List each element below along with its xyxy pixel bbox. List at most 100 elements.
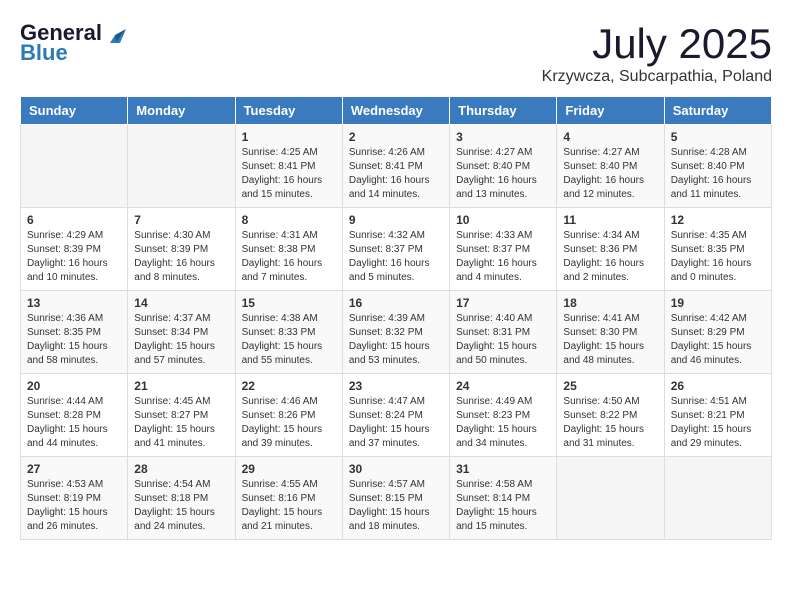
day-content: Sunrise: 4:58 AM Sunset: 8:14 PM Dayligh… bbox=[456, 478, 550, 534]
header-thursday: Thursday bbox=[450, 97, 557, 125]
calendar-cell: 15 Sunrise: 4:38 AM Sunset: 8:33 PM Dayli… bbox=[235, 291, 342, 374]
calendar-week-5: 27 Sunrise: 4:53 AM Sunset: 8:19 PM Dayli… bbox=[21, 457, 772, 540]
calendar-cell: 1 Sunrise: 4:25 AM Sunset: 8:41 PM Daylig… bbox=[235, 125, 342, 208]
day-number: 25 bbox=[563, 379, 657, 393]
calendar-cell: 27 Sunrise: 4:53 AM Sunset: 8:19 PM Dayli… bbox=[21, 457, 128, 540]
month-title: July 2025 bbox=[542, 20, 772, 68]
day-number: 24 bbox=[456, 379, 550, 393]
day-content: Sunrise: 4:47 AM Sunset: 8:24 PM Dayligh… bbox=[349, 395, 443, 451]
day-content: Sunrise: 4:27 AM Sunset: 8:40 PM Dayligh… bbox=[456, 146, 550, 202]
calendar-cell: 20 Sunrise: 4:44 AM Sunset: 8:28 PM Dayli… bbox=[21, 374, 128, 457]
day-number: 23 bbox=[349, 379, 443, 393]
calendar-week-2: 6Sunrise: 4:29 AM Sunset: 8:39 PM Daylig… bbox=[21, 208, 772, 291]
day-content: Sunrise: 4:32 AM Sunset: 8:37 PM Dayligh… bbox=[349, 229, 443, 285]
day-number: 31 bbox=[456, 462, 550, 476]
day-number: 14 bbox=[134, 296, 228, 310]
header-monday: Monday bbox=[128, 97, 235, 125]
calendar: SundayMondayTuesdayWednesdayThursdayFrid… bbox=[20, 96, 772, 540]
day-content: Sunrise: 4:51 AM Sunset: 8:21 PM Dayligh… bbox=[671, 395, 765, 451]
day-content: Sunrise: 4:34 AM Sunset: 8:36 PM Dayligh… bbox=[563, 229, 657, 285]
calendar-cell: 25 Sunrise: 4:50 AM Sunset: 8:22 PM Dayli… bbox=[557, 374, 664, 457]
day-content: Sunrise: 4:36 AM Sunset: 8:35 PM Dayligh… bbox=[27, 312, 121, 368]
day-number: 11 bbox=[563, 213, 657, 227]
calendar-cell: 2 Sunrise: 4:26 AM Sunset: 8:41 PM Daylig… bbox=[342, 125, 449, 208]
day-number: 3 bbox=[456, 130, 550, 144]
calendar-cell: 18Sunrise: 4:41 AM Sunset: 8:30 PM Dayli… bbox=[557, 291, 664, 374]
day-number: 20 bbox=[27, 379, 121, 393]
day-content: Sunrise: 4:37 AM Sunset: 8:34 PM Dayligh… bbox=[134, 312, 228, 368]
calendar-cell: 30 Sunrise: 4:57 AM Sunset: 8:15 PM Dayli… bbox=[342, 457, 449, 540]
day-number: 5 bbox=[671, 130, 765, 144]
day-number: 2 bbox=[349, 130, 443, 144]
day-number: 17 bbox=[456, 296, 550, 310]
day-content: Sunrise: 4:40 AM Sunset: 8:31 PM Dayligh… bbox=[456, 312, 550, 368]
calendar-cell bbox=[557, 457, 664, 540]
day-number: 1 bbox=[242, 130, 336, 144]
calendar-cell: 8 Sunrise: 4:31 AM Sunset: 8:38 PM Daylig… bbox=[235, 208, 342, 291]
calendar-cell: 6Sunrise: 4:29 AM Sunset: 8:39 PM Daylig… bbox=[21, 208, 128, 291]
day-number: 26 bbox=[671, 379, 765, 393]
calendar-cell: 7 Sunrise: 4:30 AM Sunset: 8:39 PM Daylig… bbox=[128, 208, 235, 291]
day-content: Sunrise: 4:44 AM Sunset: 8:28 PM Dayligh… bbox=[27, 395, 121, 451]
day-content: Sunrise: 4:30 AM Sunset: 8:39 PM Dayligh… bbox=[134, 229, 228, 285]
calendar-cell bbox=[128, 125, 235, 208]
day-number: 19 bbox=[671, 296, 765, 310]
day-number: 22 bbox=[242, 379, 336, 393]
calendar-cell: 4Sunrise: 4:27 AM Sunset: 8:40 PM Daylig… bbox=[557, 125, 664, 208]
day-content: Sunrise: 4:39 AM Sunset: 8:32 PM Dayligh… bbox=[349, 312, 443, 368]
header-tuesday: Tuesday bbox=[235, 97, 342, 125]
header-sunday: Sunday bbox=[21, 97, 128, 125]
day-content: Sunrise: 4:25 AM Sunset: 8:41 PM Dayligh… bbox=[242, 146, 336, 202]
calendar-cell bbox=[664, 457, 771, 540]
day-number: 27 bbox=[27, 462, 121, 476]
header-wednesday: Wednesday bbox=[342, 97, 449, 125]
day-number: 12 bbox=[671, 213, 765, 227]
calendar-cell: 28Sunrise: 4:54 AM Sunset: 8:18 PM Dayli… bbox=[128, 457, 235, 540]
day-content: Sunrise: 4:27 AM Sunset: 8:40 PM Dayligh… bbox=[563, 146, 657, 202]
calendar-cell: 16 Sunrise: 4:39 AM Sunset: 8:32 PM Dayli… bbox=[342, 291, 449, 374]
calendar-cell: 24Sunrise: 4:49 AM Sunset: 8:23 PM Dayli… bbox=[450, 374, 557, 457]
calendar-cell: 12 Sunrise: 4:35 AM Sunset: 8:35 PM Dayli… bbox=[664, 208, 771, 291]
day-content: Sunrise: 4:53 AM Sunset: 8:19 PM Dayligh… bbox=[27, 478, 121, 534]
day-number: 15 bbox=[242, 296, 336, 310]
calendar-cell: 23 Sunrise: 4:47 AM Sunset: 8:24 PM Dayli… bbox=[342, 374, 449, 457]
calendar-cell: 17 Sunrise: 4:40 AM Sunset: 8:31 PM Dayli… bbox=[450, 291, 557, 374]
logo-icon bbox=[104, 25, 126, 43]
day-content: Sunrise: 4:35 AM Sunset: 8:35 PM Dayligh… bbox=[671, 229, 765, 285]
header-saturday: Saturday bbox=[664, 97, 771, 125]
calendar-cell: 14 Sunrise: 4:37 AM Sunset: 8:34 PM Dayli… bbox=[128, 291, 235, 374]
day-number: 8 bbox=[242, 213, 336, 227]
calendar-cell: 5 Sunrise: 4:28 AM Sunset: 8:40 PM Daylig… bbox=[664, 125, 771, 208]
day-content: Sunrise: 4:26 AM Sunset: 8:41 PM Dayligh… bbox=[349, 146, 443, 202]
day-number: 21 bbox=[134, 379, 228, 393]
day-content: Sunrise: 4:42 AM Sunset: 8:29 PM Dayligh… bbox=[671, 312, 765, 368]
title-block: July 2025 Krzywcza, Subcarpathia, Poland bbox=[542, 20, 772, 86]
calendar-header-row: SundayMondayTuesdayWednesdayThursdayFrid… bbox=[21, 97, 772, 125]
day-content: Sunrise: 4:38 AM Sunset: 8:33 PM Dayligh… bbox=[242, 312, 336, 368]
day-number: 30 bbox=[349, 462, 443, 476]
calendar-cell: 11 Sunrise: 4:34 AM Sunset: 8:36 PM Dayli… bbox=[557, 208, 664, 291]
day-number: 18 bbox=[563, 296, 657, 310]
day-content: Sunrise: 4:55 AM Sunset: 8:16 PM Dayligh… bbox=[242, 478, 336, 534]
day-content: Sunrise: 4:31 AM Sunset: 8:38 PM Dayligh… bbox=[242, 229, 336, 285]
day-content: Sunrise: 4:45 AM Sunset: 8:27 PM Dayligh… bbox=[134, 395, 228, 451]
day-content: Sunrise: 4:57 AM Sunset: 8:15 PM Dayligh… bbox=[349, 478, 443, 534]
calendar-cell: 21 Sunrise: 4:45 AM Sunset: 8:27 PM Dayli… bbox=[128, 374, 235, 457]
calendar-cell: 31 Sunrise: 4:58 AM Sunset: 8:14 PM Dayli… bbox=[450, 457, 557, 540]
page-header: General Blue July 2025 Krzywcza, Subcarp… bbox=[20, 20, 772, 86]
calendar-cell: 10Sunrise: 4:33 AM Sunset: 8:37 PM Dayli… bbox=[450, 208, 557, 291]
day-content: Sunrise: 4:46 AM Sunset: 8:26 PM Dayligh… bbox=[242, 395, 336, 451]
day-number: 16 bbox=[349, 296, 443, 310]
day-number: 10 bbox=[456, 213, 550, 227]
calendar-week-3: 13Sunrise: 4:36 AM Sunset: 8:35 PM Dayli… bbox=[21, 291, 772, 374]
calendar-cell: 29 Sunrise: 4:55 AM Sunset: 8:16 PM Dayli… bbox=[235, 457, 342, 540]
calendar-week-4: 20 Sunrise: 4:44 AM Sunset: 8:28 PM Dayli… bbox=[21, 374, 772, 457]
day-number: 28 bbox=[134, 462, 228, 476]
day-content: Sunrise: 4:50 AM Sunset: 8:22 PM Dayligh… bbox=[563, 395, 657, 451]
day-number: 29 bbox=[242, 462, 336, 476]
calendar-cell: 3 Sunrise: 4:27 AM Sunset: 8:40 PM Daylig… bbox=[450, 125, 557, 208]
day-content: Sunrise: 4:29 AM Sunset: 8:39 PM Dayligh… bbox=[27, 229, 121, 285]
day-content: Sunrise: 4:28 AM Sunset: 8:40 PM Dayligh… bbox=[671, 146, 765, 202]
day-number: 7 bbox=[134, 213, 228, 227]
calendar-cell bbox=[21, 125, 128, 208]
